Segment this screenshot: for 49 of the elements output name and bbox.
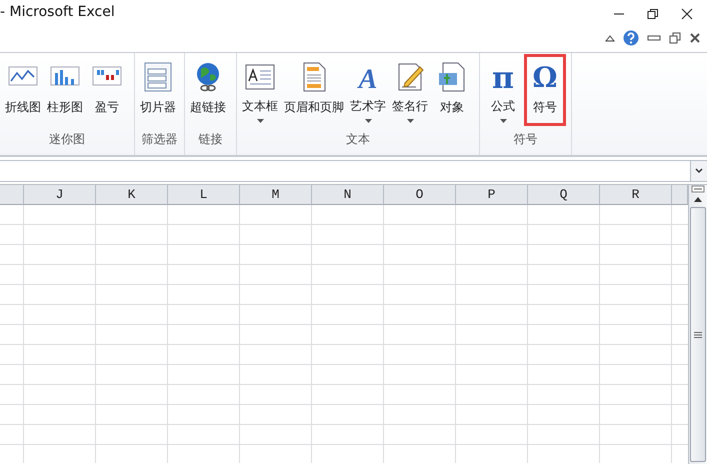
ribbon-button[interactable]: Ω 符号 [524, 54, 566, 126]
split-handle-icon[interactable] [691, 185, 705, 193]
scroll-thumb[interactable] [690, 207, 706, 462]
chevron-down-icon [695, 168, 703, 174]
restore-icon[interactable] [647, 8, 659, 20]
column-header[interactable]: K [96, 185, 168, 205]
ribbon-button[interactable]: 文本框 [239, 54, 281, 126]
ribbon-button[interactable]: A 艺术字 [347, 54, 389, 126]
ribbon-button[interactable]: 对象 [431, 54, 473, 126]
group-label: 迷你图 [48, 131, 86, 148]
group-label: 筛选器 [140, 131, 178, 148]
slicer-icon [142, 61, 174, 93]
minimize-icon[interactable] [647, 34, 661, 42]
ribbon-button[interactable]: 切片器 [137, 54, 179, 126]
column-header[interactable]: Q [528, 185, 600, 205]
window-title: - Microsoft Excel [0, 4, 115, 20]
ribbon-button[interactable]: 签名行 [389, 54, 431, 126]
expand-formula-button[interactable] [690, 161, 707, 181]
help-icon[interactable] [623, 30, 639, 46]
group-label: 符号 [512, 131, 538, 148]
column-header[interactable]: O [384, 185, 456, 205]
ribbon-button[interactable]: 页眉和页脚 [281, 54, 347, 126]
restore-icon[interactable] [669, 32, 681, 44]
caret-up-icon[interactable] [605, 34, 615, 42]
caret-down-icon [364, 119, 372, 123]
close-icon[interactable] [689, 32, 701, 44]
caret-down-icon [256, 119, 264, 123]
column-header[interactable]: P [456, 185, 528, 205]
ribbon-button[interactable]: 柱形图 [44, 54, 86, 126]
group-label: 链接 [198, 131, 224, 148]
ribbon-button[interactable]: 折线图 [2, 54, 44, 126]
ribbon-button[interactable]: 盈亏 [86, 54, 128, 126]
letter-a-icon: A [352, 61, 384, 92]
ribbon-button[interactable]: π 公式 [482, 54, 524, 126]
column-header[interactable]: N [312, 185, 384, 205]
column-header[interactable]: J [24, 185, 96, 205]
column-header[interactable]: M [240, 185, 312, 205]
grip-icon [694, 332, 702, 338]
ribbon-button[interactable]: 超链接 [187, 54, 229, 126]
column-header[interactable]: R [600, 185, 672, 205]
vertical-scrollbar[interactable] [688, 185, 707, 464]
omega-icon: Ω [529, 61, 561, 93]
group-label: 文本 [345, 131, 371, 148]
caret-down-icon [500, 119, 506, 123]
caret-down-icon [406, 119, 414, 123]
close-icon[interactable] [681, 8, 693, 20]
cell-grid[interactable] [0, 205, 688, 463]
column-header[interactable]: L [168, 185, 240, 205]
pi-icon: π [487, 61, 519, 92]
